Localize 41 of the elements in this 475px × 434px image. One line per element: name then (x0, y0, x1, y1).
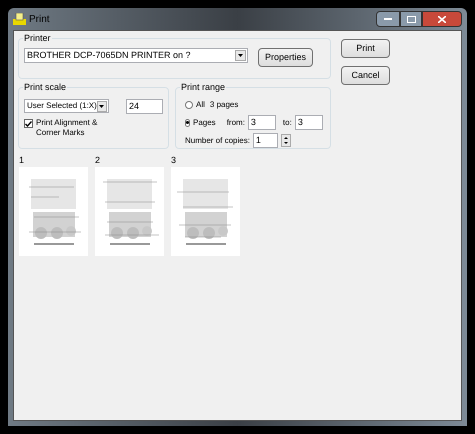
group-label: Print range (180, 81, 226, 93)
close-icon (438, 16, 446, 22)
radio-label: All (196, 98, 205, 110)
printer-select[interactable]: BROTHER DCP-7065DN PRINTER on ? (24, 48, 248, 63)
dropdown-button[interactable] (235, 50, 246, 61)
radio-label: Pages (193, 116, 216, 128)
up-arrow-icon (284, 136, 288, 139)
minimize-icon (384, 18, 392, 20)
maximize-button[interactable] (400, 11, 422, 27)
maximize-icon (406, 16, 416, 22)
from-label: from: (226, 116, 245, 128)
page-count-text: 3 pages (210, 98, 238, 110)
page-number: 3 (171, 155, 178, 165)
radio-button[interactable] (185, 100, 193, 108)
scale-select[interactable]: User Selected (1:X) (24, 99, 109, 113)
caret-icon (238, 54, 243, 57)
group-label: Print scale (23, 81, 68, 93)
spin-button[interactable] (280, 134, 291, 147)
minimize-button[interactable] (376, 11, 400, 27)
dropdown-button[interactable] (96, 100, 107, 112)
caret-icon (99, 104, 104, 108)
checkbox-label: Print Alignment & Corner Marks (36, 118, 98, 138)
dialog-button[interactable]: Print (341, 39, 390, 58)
input-field[interactable]: 3 (294, 115, 323, 130)
copies-label: Number of copies: (185, 134, 250, 146)
dialog-button[interactable]: Cancel (341, 66, 390, 85)
window-title: Print (29, 12, 50, 26)
input-field[interactable]: 24 (126, 99, 163, 114)
input-field[interactable]: 1 (252, 133, 278, 148)
page-number: 2 (95, 155, 102, 165)
check-icon (25, 120, 32, 126)
close-button[interactable] (422, 11, 462, 27)
group-label: Printer (23, 32, 52, 44)
down-arrow-icon (284, 142, 288, 144)
printer-icon (13, 13, 26, 25)
radio-button[interactable] (185, 118, 190, 126)
input-field[interactable]: 3 (248, 115, 276, 130)
dialog-button[interactable]: Properties (258, 48, 313, 67)
to-label: to: (282, 116, 292, 128)
page-number: 1 (19, 155, 26, 165)
checkbox[interactable] (24, 119, 33, 128)
